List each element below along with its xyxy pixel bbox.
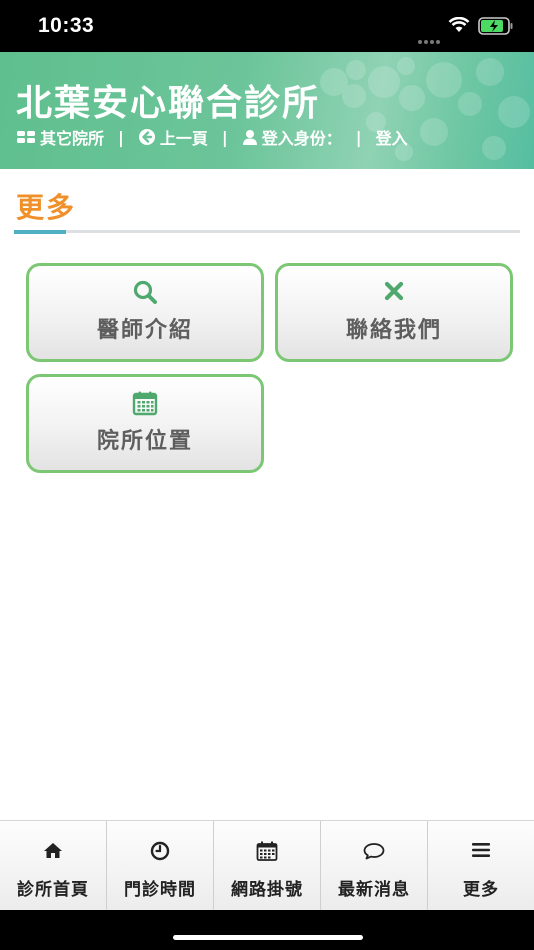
clinic-location-button[interactable]: 院所位置 [26, 374, 264, 473]
tab-label: 診所首頁 [17, 880, 89, 900]
clock-icon [107, 841, 213, 861]
other-clinics-label: 其它院所 [40, 129, 105, 148]
calendar-icon [29, 390, 261, 416]
close-icon [278, 279, 510, 303]
tab-latest-news[interactable]: 最新消息 [321, 821, 428, 910]
nav-separator: | [221, 127, 228, 147]
calendar-icon [214, 841, 320, 861]
battery-icon [478, 17, 514, 39]
tab-label: 門診時間 [124, 880, 196, 900]
grid-icon [16, 129, 36, 145]
login-link[interactable]: 登入 [376, 125, 408, 149]
status-time: 10:33 [38, 14, 95, 37]
clinic-title: 北葉安心聯合診所 [16, 83, 321, 124]
chat-icon [321, 841, 427, 861]
arrow-left-circle-icon [138, 128, 156, 146]
login-label: 登入 [375, 129, 408, 148]
tab-label: 更多 [463, 880, 499, 900]
clinic-location-label: 院所位置 [96, 429, 193, 454]
section-title: 更多 [16, 191, 77, 224]
back-link[interactable]: 上一頁 [138, 125, 208, 149]
tab-more[interactable]: 更多 [428, 821, 534, 910]
user-icon [242, 129, 258, 146]
tab-label: 網路掛號 [231, 880, 303, 900]
nav-separator: | [355, 127, 362, 147]
home-icon [0, 841, 106, 859]
bottom-tab-bar: 診所首頁 門診時間 網路掛號 最新消息 更多 [0, 820, 534, 910]
section-divider [14, 230, 520, 233]
nav-separator: | [118, 127, 124, 147]
home-indicator-area [0, 910, 534, 950]
menu-icon [428, 841, 534, 859]
wifi-icon [448, 16, 470, 37]
doctors-intro-button[interactable]: 醫師介紹 [26, 263, 264, 362]
doctors-intro-label: 醫師介紹 [96, 318, 193, 343]
signal-dots-icon [418, 29, 442, 48]
login-identity: 登入身份： [242, 125, 342, 149]
search-icon [29, 279, 261, 305]
tab-clinic-home[interactable]: 診所首頁 [0, 821, 107, 910]
other-clinics-link[interactable]: 其它院所 [16, 125, 104, 149]
status-bar: 10:33 [0, 0, 534, 52]
flower-decoration [320, 57, 530, 161]
tab-label: 最新消息 [338, 880, 410, 900]
back-label: 上一頁 [159, 129, 208, 148]
section-divider-accent [14, 230, 66, 234]
tab-clinic-hours[interactable]: 門診時間 [107, 821, 214, 910]
header-nav: 其它院所 | 上一頁 | 登入身份： | 登入 [16, 125, 408, 149]
page: 北葉安心聯合診所 其它院所 | 上一頁 | 登入身份： | 登入 更多 醫師介紹… [0, 52, 534, 910]
contact-us-label: 聯絡我們 [345, 318, 442, 343]
tab-online-registration[interactable]: 網路掛號 [214, 821, 321, 910]
home-indicator[interactable] [173, 935, 363, 940]
header-banner: 北葉安心聯合診所 其它院所 | 上一頁 | 登入身份： | 登入 [0, 52, 534, 169]
contact-us-button[interactable]: 聯絡我們 [275, 263, 513, 362]
login-identity-label: 登入身份： [261, 129, 342, 148]
